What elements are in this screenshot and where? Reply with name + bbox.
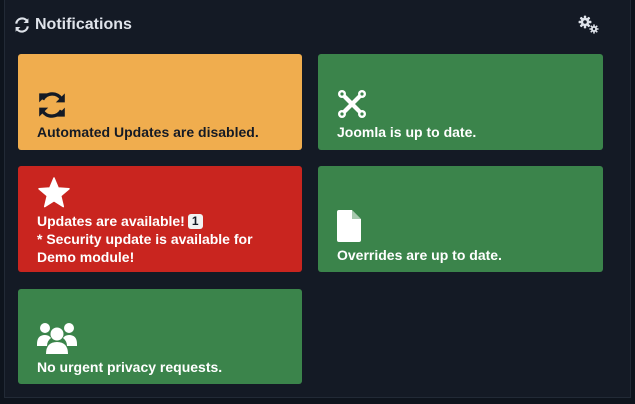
security-update-message: * Security update is available for Demo … <box>37 231 253 265</box>
extension-updates-tile[interactable]: Updates are available! 1 * Security updat… <box>18 166 302 272</box>
file-icon <box>337 210 361 247</box>
overrides-tile[interactable]: Overrides are up to date. <box>318 166 603 272</box>
panel-title: Notifications <box>35 16 132 33</box>
tile-text: Joomla is up to date. <box>337 124 477 140</box>
tile-text: No urgent privacy requests. <box>37 359 223 375</box>
automated-updates-tile[interactable]: Automated Updates are disabled. <box>18 54 302 150</box>
joomla-status-tile[interactable]: Joomla is up to date. <box>318 54 603 150</box>
refresh-icon <box>14 17 30 33</box>
tile-text: Overrides are up to date. <box>337 247 502 263</box>
panel-header: Notifications <box>14 14 132 36</box>
tile-text: Updates are available! 1 * Security updat… <box>37 212 288 266</box>
privacy-requests-tile[interactable]: No urgent privacy requests. <box>18 289 302 384</box>
updates-message: Updates are available! <box>37 213 185 229</box>
users-icon <box>37 322 77 361</box>
tile-text: Automated Updates are disabled. <box>37 124 259 140</box>
sync-icon <box>37 90 67 125</box>
cogs-icon[interactable] <box>578 15 600 35</box>
star-icon <box>37 177 71 214</box>
joomla-icon <box>337 89 367 124</box>
update-count-badge: 1 <box>187 214 203 229</box>
